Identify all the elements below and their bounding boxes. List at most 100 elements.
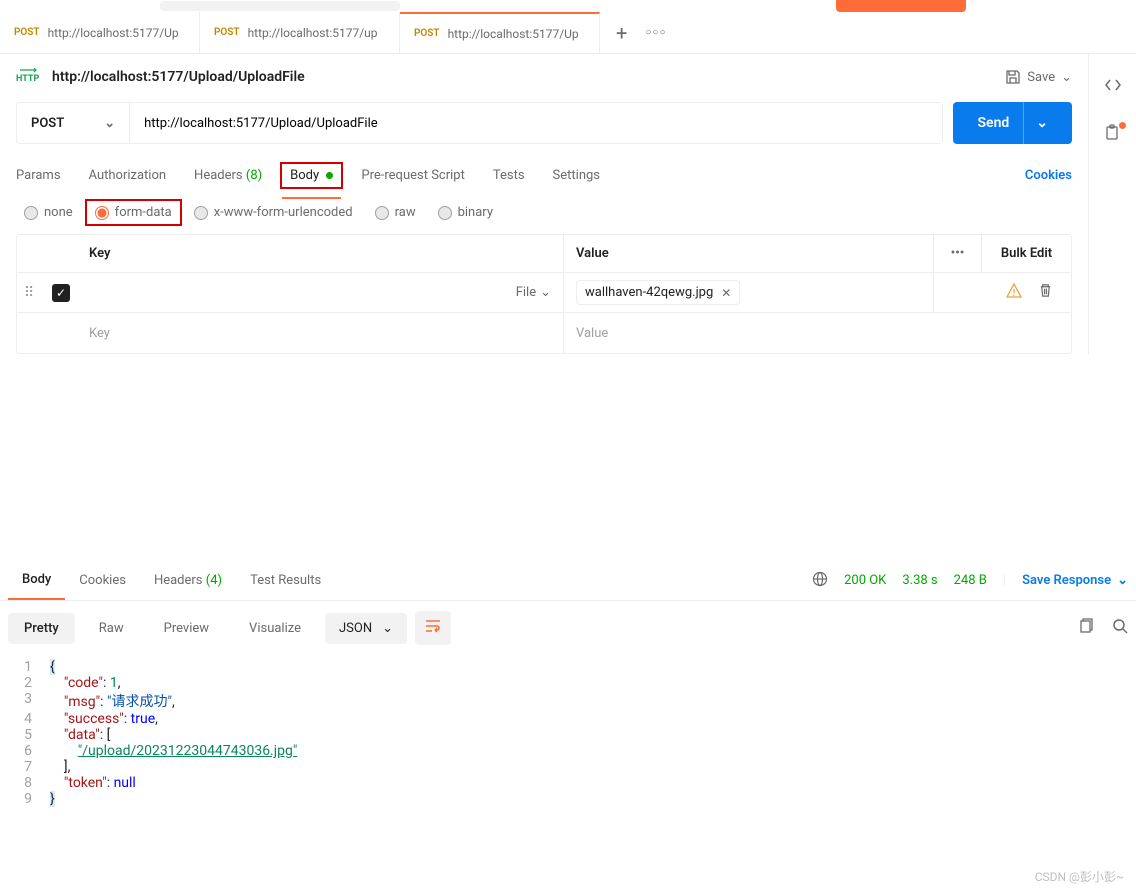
- row-actions: [933, 273, 1071, 312]
- checkmark-icon: ✓: [52, 284, 70, 302]
- http-icon: HTTP: [16, 68, 40, 86]
- save-button[interactable]: Save ⌄: [1005, 69, 1072, 85]
- tab-settings[interactable]: Settings: [553, 168, 600, 183]
- res-tab-body[interactable]: Body: [8, 561, 65, 600]
- breadcrumb-title: http://localhost:5177/Upload/UploadFile: [52, 69, 305, 85]
- file-type-select[interactable]: File ⌄: [516, 285, 551, 300]
- bulk-edit-button[interactable]: Bulk Edit: [981, 235, 1071, 272]
- radio-raw[interactable]: raw: [375, 205, 416, 220]
- response-right-icons: [1078, 618, 1128, 638]
- more-columns-icon[interactable]: •••: [933, 235, 981, 272]
- value-cell[interactable]: wallhaven-42qewg.jpg ✕: [563, 273, 933, 312]
- tab-1[interactable]: POST http://localhost:5177/up: [200, 12, 400, 53]
- tab-authorization[interactable]: Authorization: [89, 168, 167, 183]
- tab-title: http://localhost:5177/up: [248, 26, 378, 40]
- radio-form-data[interactable]: form-data: [85, 199, 182, 226]
- response-time: 3.38 s: [902, 573, 937, 588]
- table-row: ⠿ ✓ File ⌄ wallhaven-42qewg.jpg ✕: [17, 273, 1071, 313]
- request-tabs-bar: POST http://localhost:5177/Up POST http:…: [0, 12, 1136, 54]
- tab-headers[interactable]: Headers (8): [194, 168, 262, 183]
- url-row: POST ⌄ Send ⌄: [16, 102, 1072, 144]
- top-orange-button[interactable]: [836, 0, 966, 12]
- send-button[interactable]: Send ⌄: [953, 102, 1072, 144]
- breadcrumb: HTTP http://localhost:5177/Upload/Upload…: [16, 68, 1072, 86]
- method-select[interactable]: POST ⌄: [17, 103, 130, 143]
- response-body[interactable]: 1{ 2 "code": 1, 3 "msg": "请求成功", 4 "succ…: [0, 655, 1136, 811]
- body-modified-dot-icon: [326, 172, 333, 179]
- tab-pre-request[interactable]: Pre-request Script: [361, 168, 464, 183]
- url-box: POST ⌄: [16, 102, 943, 144]
- res-tab-cookies[interactable]: Cookies: [65, 561, 140, 600]
- key-cell[interactable]: File ⌄: [81, 285, 563, 300]
- response-size: 248 B: [954, 573, 987, 588]
- remove-file-icon[interactable]: ✕: [721, 286, 731, 300]
- view-raw[interactable]: Raw: [83, 613, 140, 644]
- row-checkbox[interactable]: ✓: [41, 284, 81, 302]
- res-tab-headers[interactable]: Headers (4): [140, 561, 236, 600]
- view-visualize[interactable]: Visualize: [233, 613, 317, 644]
- status-badge: 200 OK: [844, 573, 886, 588]
- radio-binary[interactable]: binary: [438, 205, 493, 220]
- new-tab-icon[interactable]: +: [616, 21, 627, 45]
- tab-title: http://localhost:5177/Up: [448, 27, 579, 41]
- save-icon: [1005, 69, 1021, 85]
- radio-x-www[interactable]: x-www-form-urlencoded: [194, 205, 353, 220]
- response-toolbar: Pretty Raw Preview Visualize JSON ⌄: [0, 601, 1136, 655]
- table-header: Key Value ••• Bulk Edit: [17, 235, 1071, 273]
- chevron-down-icon[interactable]: ⌄: [1023, 102, 1048, 144]
- radio-none[interactable]: none: [24, 205, 73, 220]
- cookies-link[interactable]: Cookies: [1025, 168, 1072, 183]
- radio-icon: [194, 206, 208, 220]
- response-tabs: Body Cookies Headers (4) Test Results 20…: [0, 561, 1136, 601]
- res-tab-test-results[interactable]: Test Results: [236, 561, 335, 600]
- key-input[interactable]: Key: [81, 326, 563, 341]
- body-type-radios: none form-data x-www-form-urlencoded raw…: [16, 195, 1072, 234]
- warning-icon[interactable]: [1006, 283, 1022, 303]
- view-pretty[interactable]: Pretty: [8, 613, 75, 644]
- method-value: POST: [31, 116, 64, 131]
- tab-method: POST: [214, 27, 240, 38]
- drag-handle-icon[interactable]: ⠿: [17, 285, 41, 301]
- tab-2[interactable]: POST http://localhost:5177/Up: [400, 12, 600, 53]
- chevron-down-icon: ⌄: [1117, 573, 1128, 588]
- watermark: CSDN @彭小彭~: [1035, 868, 1124, 885]
- right-sidebar: [1088, 54, 1136, 354]
- tab-method: POST: [414, 28, 440, 39]
- tab-tests[interactable]: Tests: [493, 168, 525, 183]
- value-input[interactable]: Value: [563, 313, 1071, 353]
- delete-row-icon[interactable]: [1038, 283, 1053, 302]
- more-tabs-icon[interactable]: ○○○: [645, 27, 666, 38]
- form-data-table: Key Value ••• Bulk Edit ⠿ ✓ File ⌄ wallh…: [16, 234, 1072, 354]
- tab-0[interactable]: POST http://localhost:5177/Up: [0, 12, 200, 53]
- svg-text:HTTP: HTTP: [16, 74, 39, 84]
- wrap-lines-icon[interactable]: [415, 611, 451, 645]
- tab-method: POST: [14, 27, 40, 38]
- tab-params[interactable]: Params: [16, 168, 61, 183]
- url-input[interactable]: [130, 103, 942, 143]
- notification-dot-icon: [1119, 122, 1126, 129]
- copy-icon[interactable]: [1078, 618, 1094, 638]
- save-label: Save: [1027, 70, 1055, 85]
- tab-body-label: Body: [290, 168, 319, 183]
- clipboard-icon[interactable]: [1104, 124, 1122, 146]
- top-search[interactable]: [160, 1, 400, 11]
- search-icon[interactable]: [1112, 618, 1128, 638]
- format-select[interactable]: JSON ⌄: [325, 613, 407, 644]
- top-bar: [0, 0, 1136, 12]
- tab-body[interactable]: Body: [280, 162, 343, 189]
- radio-icon: [375, 206, 389, 220]
- save-response-button[interactable]: Save Response ⌄: [1022, 573, 1128, 588]
- globe-icon[interactable]: [812, 571, 828, 591]
- tab-actions: + ○○○: [600, 12, 682, 53]
- table-row-empty: Key Value: [17, 313, 1071, 353]
- response-panel: Body Cookies Headers (4) Test Results 20…: [0, 561, 1136, 891]
- radio-icon: [438, 206, 452, 220]
- view-preview[interactable]: Preview: [148, 613, 225, 644]
- response-meta: 200 OK 3.38 s 248 B | Save Response ⌄: [812, 571, 1128, 591]
- chevron-down-icon: ⌄: [382, 621, 393, 636]
- code-icon[interactable]: [1104, 76, 1122, 98]
- radio-icon: [95, 206, 109, 220]
- request-subtabs: Params Authorization Headers (8) Body Pr…: [16, 156, 1072, 195]
- send-label: Send: [977, 115, 1009, 131]
- chevron-down-icon: ⌄: [1061, 70, 1072, 85]
